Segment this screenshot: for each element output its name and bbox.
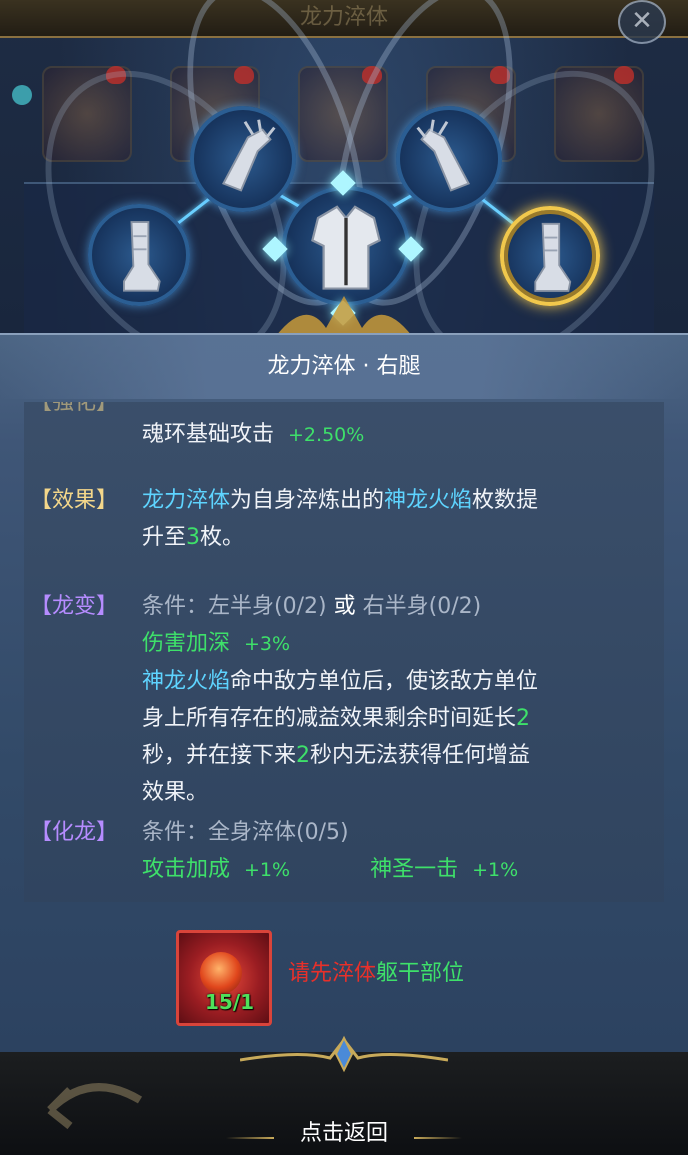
attributes-tag: 【强化】 <box>30 402 119 415</box>
gauntlet-icon <box>222 119 276 192</box>
desc-part: 2 <box>296 743 311 768</box>
bonus2-name: 神圣一击 <box>370 857 459 882</box>
stat-value: +2.50% <box>288 424 365 446</box>
bottom-ornament <box>240 1035 448 1073</box>
bonus-name: 伤害加深 <box>142 631 231 656</box>
desc-part: 2 <box>516 706 531 731</box>
equip-node-left-leg[interactable] <box>88 204 190 306</box>
back-button[interactable]: 点击返回 <box>264 1118 424 1150</box>
effect-part: 枚。 <box>200 525 245 550</box>
bonus2-value: +1% <box>472 859 519 881</box>
effect-part: 3 <box>186 525 201 550</box>
close-button[interactable]: ✕ <box>618 0 666 44</box>
effect-part: 为自身淬炼出的 <box>230 488 385 513</box>
condition-prefix: 条件： <box>142 594 209 619</box>
bonus1-value: +1% <box>244 859 291 881</box>
boot-icon <box>123 221 161 292</box>
effect-tag: 【效果】 <box>30 488 119 513</box>
dragon-form-body: 条件：全身淬体(0/5) 攻击加成 +1% 神圣一击 +1% <box>142 814 642 889</box>
dragon-form-tag: 【化龙】 <box>30 820 119 845</box>
panel-title: 龙力淬体 · 右腿 <box>267 354 421 379</box>
stat-line: 魂环基础攻击 +2.50% <box>142 416 642 454</box>
requirement-hint: 请先淬体躯干部位 <box>288 958 548 990</box>
details-scroll-area[interactable]: 【强化】 魂环基础攻击 +2.50% 【效果】 龙力淬体为自身淬炼出的神龙火焰枚… <box>24 402 664 902</box>
close-icon: ✕ <box>631 6 653 36</box>
dragon-change-description: 神龙火焰命中敌方单位后，使该敌方单位身上所有存在的减益效果剩余时间延长2秒，并在… <box>142 663 552 811</box>
dragon-change-tag: 【龙变】 <box>30 594 119 619</box>
bonus1-name: 攻击加成 <box>142 857 231 882</box>
dragon-change-body: 条件：左半身(0/2) 或 右半身(0/2) 伤害加深 +3% 神龙火焰命中敌方… <box>142 588 582 811</box>
gauntlet-icon <box>416 119 470 192</box>
condition-left-half: 左半身(0/2) <box>208 594 327 619</box>
equip-node-left-arm[interactable] <box>190 106 296 212</box>
heart-icon <box>614 66 634 84</box>
effect-part: 神龙火焰 <box>384 488 473 513</box>
armor-icon <box>311 205 381 290</box>
item-count: 15/1 <box>205 990 255 1014</box>
stat-name: 魂环基础攻击 <box>142 422 275 447</box>
hint-prefix: 请先淬体 <box>288 961 377 986</box>
condition-or: 或 <box>333 594 356 619</box>
dragon-flame-gem-icon <box>200 952 242 994</box>
effect-part: 龙力淬体 <box>142 488 231 513</box>
back-arrow-icon <box>47 1083 143 1130</box>
equip-node-right-arm[interactable] <box>396 106 502 212</box>
hint-part: 躯干部位 <box>376 961 465 986</box>
condition-right-half: 右半身(0/2) <box>362 594 482 619</box>
desc-part: 神龙火焰 <box>142 669 231 694</box>
desc-part: 秒，并在接下来 <box>142 743 297 768</box>
equip-node-right-leg[interactable] <box>500 206 600 306</box>
effect-description: 龙力淬体为自身淬炼出的神龙火焰枚数提升至3枚。 <box>142 482 552 556</box>
side-ornament <box>0 40 32 140</box>
gold-crest-ornament <box>276 296 412 336</box>
bonus-value: +3% <box>244 633 291 655</box>
boot-icon <box>534 222 572 292</box>
dragon-form-condition: 条件：全身淬体(0/5) <box>142 820 349 845</box>
